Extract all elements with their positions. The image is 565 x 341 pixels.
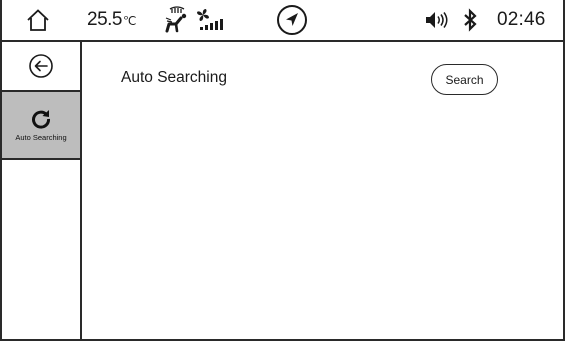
temperature-readout: 25.5 ℃ bbox=[87, 0, 136, 40]
airflow-direction-icon bbox=[164, 0, 190, 40]
home-icon bbox=[27, 9, 49, 31]
temperature-unit: ℃ bbox=[122, 14, 136, 28]
bluetooth-icon bbox=[460, 0, 480, 40]
status-bar: 25.5 ℃ 02:46 bbox=[2, 0, 563, 42]
volume-icon[interactable] bbox=[422, 0, 452, 40]
sidebar-item-auto-searching[interactable]: Auto Searching bbox=[2, 92, 80, 160]
clock: 02:46 bbox=[497, 9, 546, 30]
refresh-icon bbox=[32, 110, 51, 129]
navigation-arrow-icon bbox=[277, 5, 307, 35]
sidebar: Auto Searching bbox=[2, 42, 82, 339]
page-title: Auto Searching bbox=[121, 69, 227, 86]
back-arrow-icon bbox=[29, 54, 53, 78]
sidebar-item-label: Auto Searching bbox=[15, 133, 67, 142]
temperature-value: 25.5 bbox=[87, 9, 122, 30]
back-button[interactable] bbox=[2, 42, 80, 92]
search-button[interactable]: Search bbox=[431, 64, 498, 95]
head-unit-screen: 25.5 ℃ 02:46 Auto Searching Auto Searchi… bbox=[0, 0, 565, 341]
navigation-button[interactable] bbox=[275, 0, 309, 40]
home-button[interactable] bbox=[22, 0, 54, 40]
fan-speed-icon bbox=[196, 0, 228, 40]
